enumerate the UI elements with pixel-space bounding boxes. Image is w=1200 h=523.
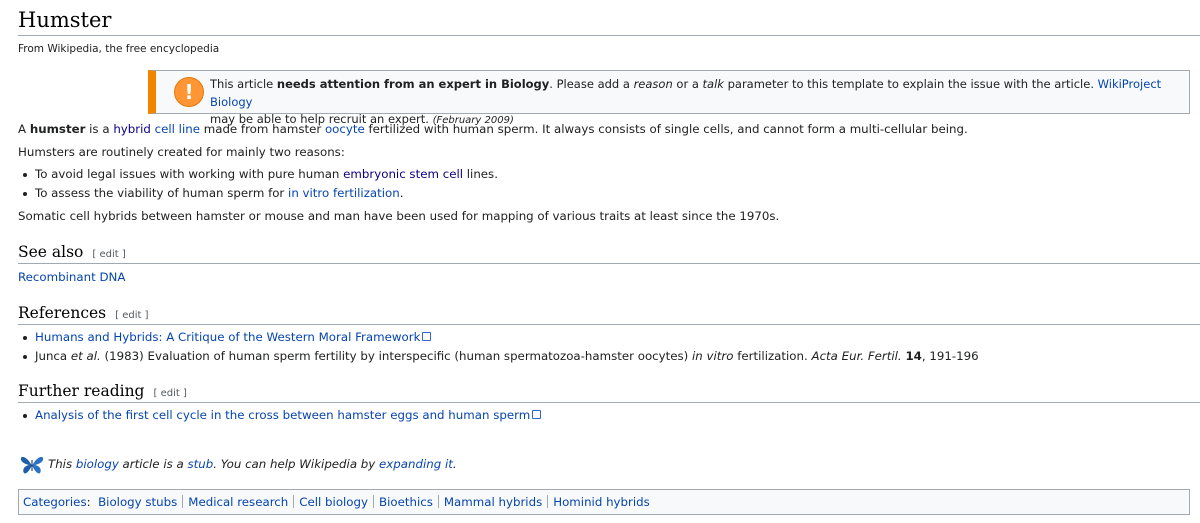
in-vitro-fertilization-link[interactable]: in vitro fertilization xyxy=(288,186,400,200)
site-tagline: From Wikipedia, the free encyclopedia xyxy=(18,43,220,55)
text-run: Junca xyxy=(35,349,71,363)
notice-reason-param: reason xyxy=(633,77,673,91)
category-separator xyxy=(437,495,439,508)
see-also-edit-link[interactable]: [ edit ] xyxy=(92,249,125,260)
text-run: (1983) Evaluation of human sperm fertili… xyxy=(100,349,693,363)
further-reading-heading: Further reading [ edit ] xyxy=(18,382,187,400)
category-bioethics[interactable]: Bioethics xyxy=(379,495,433,509)
biology-link[interactable]: biology xyxy=(76,457,119,471)
notice-text-part: or a xyxy=(672,77,703,91)
article-subject-bold: humster xyxy=(29,122,86,136)
stub-link[interactable]: stub xyxy=(187,457,213,471)
list-item: Analysis of the first cell cycle in the … xyxy=(18,407,541,426)
humans-and-hybrids-external-link[interactable]: Humans and Hybrids: A Critique of the We… xyxy=(35,330,431,344)
text-run: : xyxy=(86,495,91,509)
text-run: made from hamster xyxy=(199,122,325,136)
butterfly-icon xyxy=(20,456,44,474)
text-run: . xyxy=(452,457,457,471)
list-item: Humans and Hybrids: A Critique of the We… xyxy=(18,329,979,348)
category-mammal-hybrids[interactable]: Mammal hybrids xyxy=(444,495,542,509)
journal-name: Acta Eur. Fertil. xyxy=(811,349,902,363)
category-medical-research[interactable]: Medical research xyxy=(188,495,288,509)
text-run: fertilization. xyxy=(733,349,812,363)
text-run: in vitro xyxy=(692,349,734,363)
oocyte-link[interactable]: oocyte xyxy=(325,122,365,136)
article-page: Humster From Wikipedia, the free encyclo… xyxy=(0,0,1200,523)
text-run: , 191-196 xyxy=(921,349,979,363)
further-reading-list: Analysis of the first cell cycle in the … xyxy=(18,407,541,426)
text-run: lines. xyxy=(463,167,498,181)
expanding-it-link[interactable]: expanding it xyxy=(379,457,453,471)
text-run: et al. xyxy=(70,349,101,363)
warning-exclamation-icon: ! xyxy=(174,77,204,107)
journal-volume: 14 xyxy=(905,349,922,363)
text-run: is a xyxy=(85,122,114,136)
notice-text-part: parameter to this template to explain th… xyxy=(723,77,1098,91)
section-title: Further reading xyxy=(18,382,145,400)
title-divider xyxy=(18,35,1200,36)
text-run: . You can help Wikipedia by xyxy=(213,457,380,471)
text-run: fertilized with human sperm. It always c… xyxy=(364,122,968,136)
page-title: Humster xyxy=(18,8,112,32)
text-run: To avoid legal issues with working with … xyxy=(35,167,344,181)
embryonic-stem-cell-link[interactable]: embryonic stem cell xyxy=(343,167,463,181)
text-run: This xyxy=(48,457,76,471)
text-run: article is a xyxy=(118,457,188,471)
section-divider xyxy=(18,324,1200,325)
categories-label-link[interactable]: Categories xyxy=(23,495,87,509)
first-cell-cycle-external-link[interactable]: Analysis of the first cell cycle in the … xyxy=(35,408,541,422)
hybrid-link[interactable]: hybrid xyxy=(113,122,151,136)
text-run: To assess the viability of human sperm f… xyxy=(35,186,289,200)
cell-line-link[interactable]: cell line xyxy=(155,122,200,136)
notice-emphasis: needs attention from an expert in Biolog… xyxy=(276,77,550,91)
category-separator xyxy=(293,495,295,508)
list-item: Junca et al. (1983) Evaluation of human … xyxy=(18,348,979,367)
notice-talk-param: talk xyxy=(702,77,724,91)
section-divider xyxy=(18,402,1200,403)
stub-text: This biology article is a stub. You can … xyxy=(48,457,457,471)
recombinant-dna-link[interactable]: Recombinant DNA xyxy=(18,270,125,284)
category-biology-stubs[interactable]: Biology stubs xyxy=(98,495,177,509)
reasons-intro: Humsters are routinely created for mainl… xyxy=(18,145,345,159)
references-edit-link[interactable]: [ edit ] xyxy=(115,310,148,321)
references-list: Humans and Hybrids: A Critique of the We… xyxy=(18,329,979,367)
category-separator xyxy=(373,495,374,508)
category-links-bar: Categories: Biology stubs Medical researc… xyxy=(18,489,1190,515)
text-run: A xyxy=(18,122,30,136)
references-heading: References [ edit ] xyxy=(18,304,149,322)
intro-paragraph: A humster is a hybrid cell line made fro… xyxy=(18,121,968,137)
text-run: . xyxy=(399,186,404,200)
notice-text-part: . Please add a xyxy=(549,77,634,91)
category-separator xyxy=(182,495,184,508)
list-item: To assess the viability of human sperm f… xyxy=(18,185,498,204)
category-cell-biology[interactable]: Cell biology xyxy=(299,495,368,509)
section-divider xyxy=(18,263,1200,264)
category-separator xyxy=(547,495,549,508)
section-title: References xyxy=(18,304,107,322)
category-hominid-hybrids[interactable]: Hominid hybrids xyxy=(553,495,650,509)
reasons-list: To avoid legal issues with working with … xyxy=(18,166,498,204)
section-title: See also xyxy=(18,243,84,261)
somatic-hybrids-paragraph: Somatic cell hybrids between hamster or … xyxy=(18,209,780,223)
see-also-heading: See also [ edit ] xyxy=(18,243,126,261)
further-reading-edit-link[interactable]: [ edit ] xyxy=(153,388,186,399)
see-also-list: Recombinant DNA xyxy=(18,269,125,285)
expert-needed-notice: ! This article needs attention from an e… xyxy=(148,70,1190,126)
notice-text-part: This article xyxy=(210,77,277,91)
list-item: To avoid legal issues with working with … xyxy=(18,166,498,185)
